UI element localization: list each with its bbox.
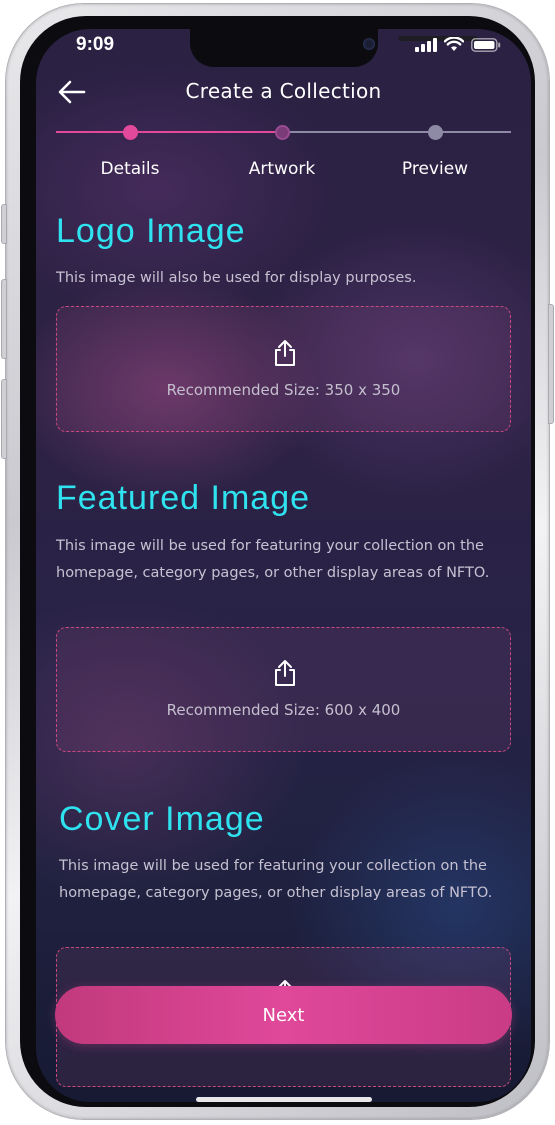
stepper-dot-preview[interactable] (428, 125, 443, 140)
featured-image-heading: Featured Image (56, 479, 311, 517)
next-button[interactable]: Next (55, 986, 512, 1044)
featured-image-description: This image will be used for featuring yo… (56, 538, 490, 581)
cover-image-heading: Cover Image (59, 800, 265, 838)
status-icons (415, 37, 501, 52)
stepper-line-complete (56, 131, 283, 133)
logo-image-description: This image will also be used for display… (56, 270, 417, 286)
app-screen: 9:09 Create a Collection Details Artwork… (36, 29, 531, 1102)
upload-icon (275, 660, 295, 686)
phone-frame: 9:09 Create a Collection Details Artwork… (1, 4, 554, 1119)
battery-icon (471, 37, 501, 52)
stepper-line-remaining (283, 131, 511, 133)
power-button (548, 304, 554, 424)
featured-image-dropzone[interactable]: Recommended Size: 600 x 400 (56, 627, 511, 752)
upload-icon (275, 340, 295, 366)
cellular-signal-icon (415, 37, 437, 52)
logo-image-heading: Logo Image (56, 212, 246, 250)
wifi-icon (444, 37, 464, 51)
front-camera (363, 38, 375, 50)
step-label-details[interactable]: Details (70, 159, 190, 179)
stepper-dot-details[interactable] (123, 125, 138, 140)
silent-switch (1, 204, 7, 244)
logo-dropzone-size-text: Recommended Size: 350 x 350 (166, 381, 401, 399)
notch (190, 29, 478, 67)
featured-dropzone-size-text: Recommended Size: 600 x 400 (166, 701, 401, 719)
cover-image-description: This image will be used for featuring yo… (59, 858, 493, 901)
progress-stepper (56, 125, 511, 140)
home-indicator (196, 1097, 372, 1102)
step-label-preview[interactable]: Preview (375, 159, 495, 179)
logo-image-dropzone[interactable]: Recommended Size: 350 x 350 (56, 306, 511, 432)
page-title: Create a Collection (185, 79, 382, 103)
status-time: 9:09 (76, 34, 115, 55)
volume-up-button (1, 279, 7, 359)
step-label-artwork[interactable]: Artwork (222, 159, 342, 179)
volume-down-button (1, 379, 7, 459)
stepper-dot-artwork[interactable] (275, 125, 290, 140)
